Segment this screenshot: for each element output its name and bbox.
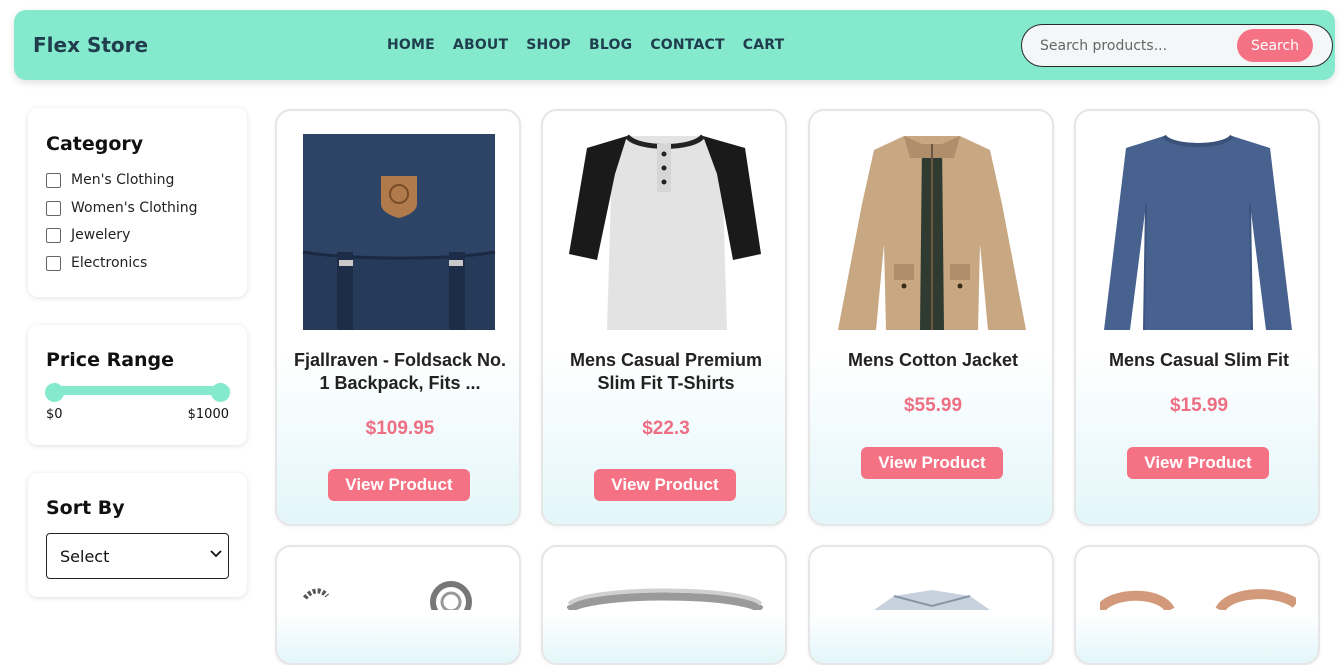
- category-option-electronics[interactable]: Electronics: [46, 255, 147, 271]
- category-option-womens[interactable]: Women's Clothing: [46, 200, 198, 216]
- search-button[interactable]: Search: [1237, 29, 1313, 62]
- product-card[interactable]: Mens Casual Premium Slim Fit T-Shirts $2…: [541, 109, 787, 526]
- checkbox[interactable]: [46, 200, 61, 216]
- product-card[interactable]: [275, 545, 521, 665]
- price-slider-min-handle[interactable]: [45, 383, 64, 402]
- price-range-filter: Price Range $0 $1000: [28, 325, 247, 445]
- checkbox[interactable]: [46, 255, 61, 271]
- category-option-label: Jewelery: [71, 227, 131, 243]
- product-price: $22.3: [642, 418, 690, 439]
- sort-title: Sort By: [46, 497, 125, 519]
- search-input[interactable]: [1040, 36, 1230, 56]
- nav-contact[interactable]: CONTACT: [650, 37, 724, 53]
- raglan-tshirt-icon[interactable]: [567, 134, 763, 330]
- product-card[interactable]: Mens Cotton Jacket $55.99 View Product: [808, 109, 1054, 526]
- product-price: $15.99: [1169, 395, 1229, 416]
- category-title: Category: [46, 133, 144, 155]
- product-card[interactable]: [808, 545, 1054, 665]
- nav-blog[interactable]: BLOG: [589, 37, 632, 53]
- category-option-jewelery[interactable]: Jewelery: [46, 227, 130, 243]
- checkbox[interactable]: [46, 227, 61, 243]
- nav-cart[interactable]: CART: [743, 37, 785, 53]
- price-max-label: $1000: [187, 407, 229, 422]
- bracelet-icon[interactable]: [301, 570, 497, 610]
- product-title[interactable]: Mens Casual Slim Fit: [1090, 349, 1308, 372]
- product-card[interactable]: Mens Casual Slim Fit $15.99 View Product: [1074, 109, 1320, 526]
- product-title[interactable]: Mens Cotton Jacket: [824, 349, 1042, 372]
- category-option-mens[interactable]: Men's Clothing: [46, 172, 174, 188]
- product-price: $55.99: [903, 395, 963, 416]
- chevron-down-icon: [210, 547, 222, 561]
- category-option-label: Men's Clothing: [71, 172, 175, 188]
- view-product-button[interactable]: View Product: [594, 469, 736, 501]
- category-filter: Category Men's Clothing Women's Clothing…: [28, 108, 247, 297]
- diamond-ring-icon[interactable]: [834, 570, 1030, 610]
- checkbox[interactable]: [46, 172, 61, 188]
- ring-icon[interactable]: [567, 570, 763, 610]
- product-card[interactable]: [1074, 545, 1320, 665]
- navbar: Flex Store HOME ABOUT SHOP BLOG CONTACT …: [14, 10, 1335, 80]
- search-bar: Search: [1021, 24, 1333, 67]
- product-card[interactable]: [541, 545, 787, 665]
- blue-longsleeve-icon[interactable]: [1100, 134, 1296, 330]
- product-title[interactable]: Fjallraven - Foldsack No. 1 Backpack, Fi…: [291, 349, 509, 395]
- sort-select[interactable]: Select: [46, 533, 229, 579]
- view-product-button[interactable]: View Product: [861, 447, 1003, 479]
- category-option-label: Women's Clothing: [71, 200, 198, 216]
- view-product-button[interactable]: View Product: [1127, 447, 1269, 479]
- product-title[interactable]: Mens Casual Premium Slim Fit T-Shirts: [557, 349, 775, 395]
- product-card[interactable]: Fjallraven - Foldsack No. 1 Backpack, Fi…: [275, 109, 521, 526]
- nav-home[interactable]: HOME: [387, 37, 435, 53]
- rose-gold-ring-icon[interactable]: [1100, 570, 1296, 610]
- price-range-title: Price Range: [46, 349, 175, 371]
- navy-backpack-icon[interactable]: [301, 134, 497, 330]
- price-slider-max-handle[interactable]: [211, 383, 230, 402]
- price-min-label: $0: [46, 407, 63, 422]
- category-option-label: Electronics: [71, 255, 148, 271]
- sort-select-value: Select: [60, 547, 110, 566]
- khaki-jacket-icon[interactable]: [834, 134, 1030, 330]
- main-nav: HOME ABOUT SHOP BLOG CONTACT CART: [387, 37, 802, 53]
- view-product-button[interactable]: View Product: [328, 469, 470, 501]
- nav-shop[interactable]: SHOP: [526, 37, 571, 53]
- product-price: $109.95: [365, 418, 435, 439]
- sort-filter: Sort By Select: [28, 473, 247, 597]
- nav-about[interactable]: ABOUT: [453, 37, 508, 53]
- brand-logo[interactable]: Flex Store: [33, 33, 148, 57]
- price-slider-track[interactable]: [46, 386, 230, 395]
